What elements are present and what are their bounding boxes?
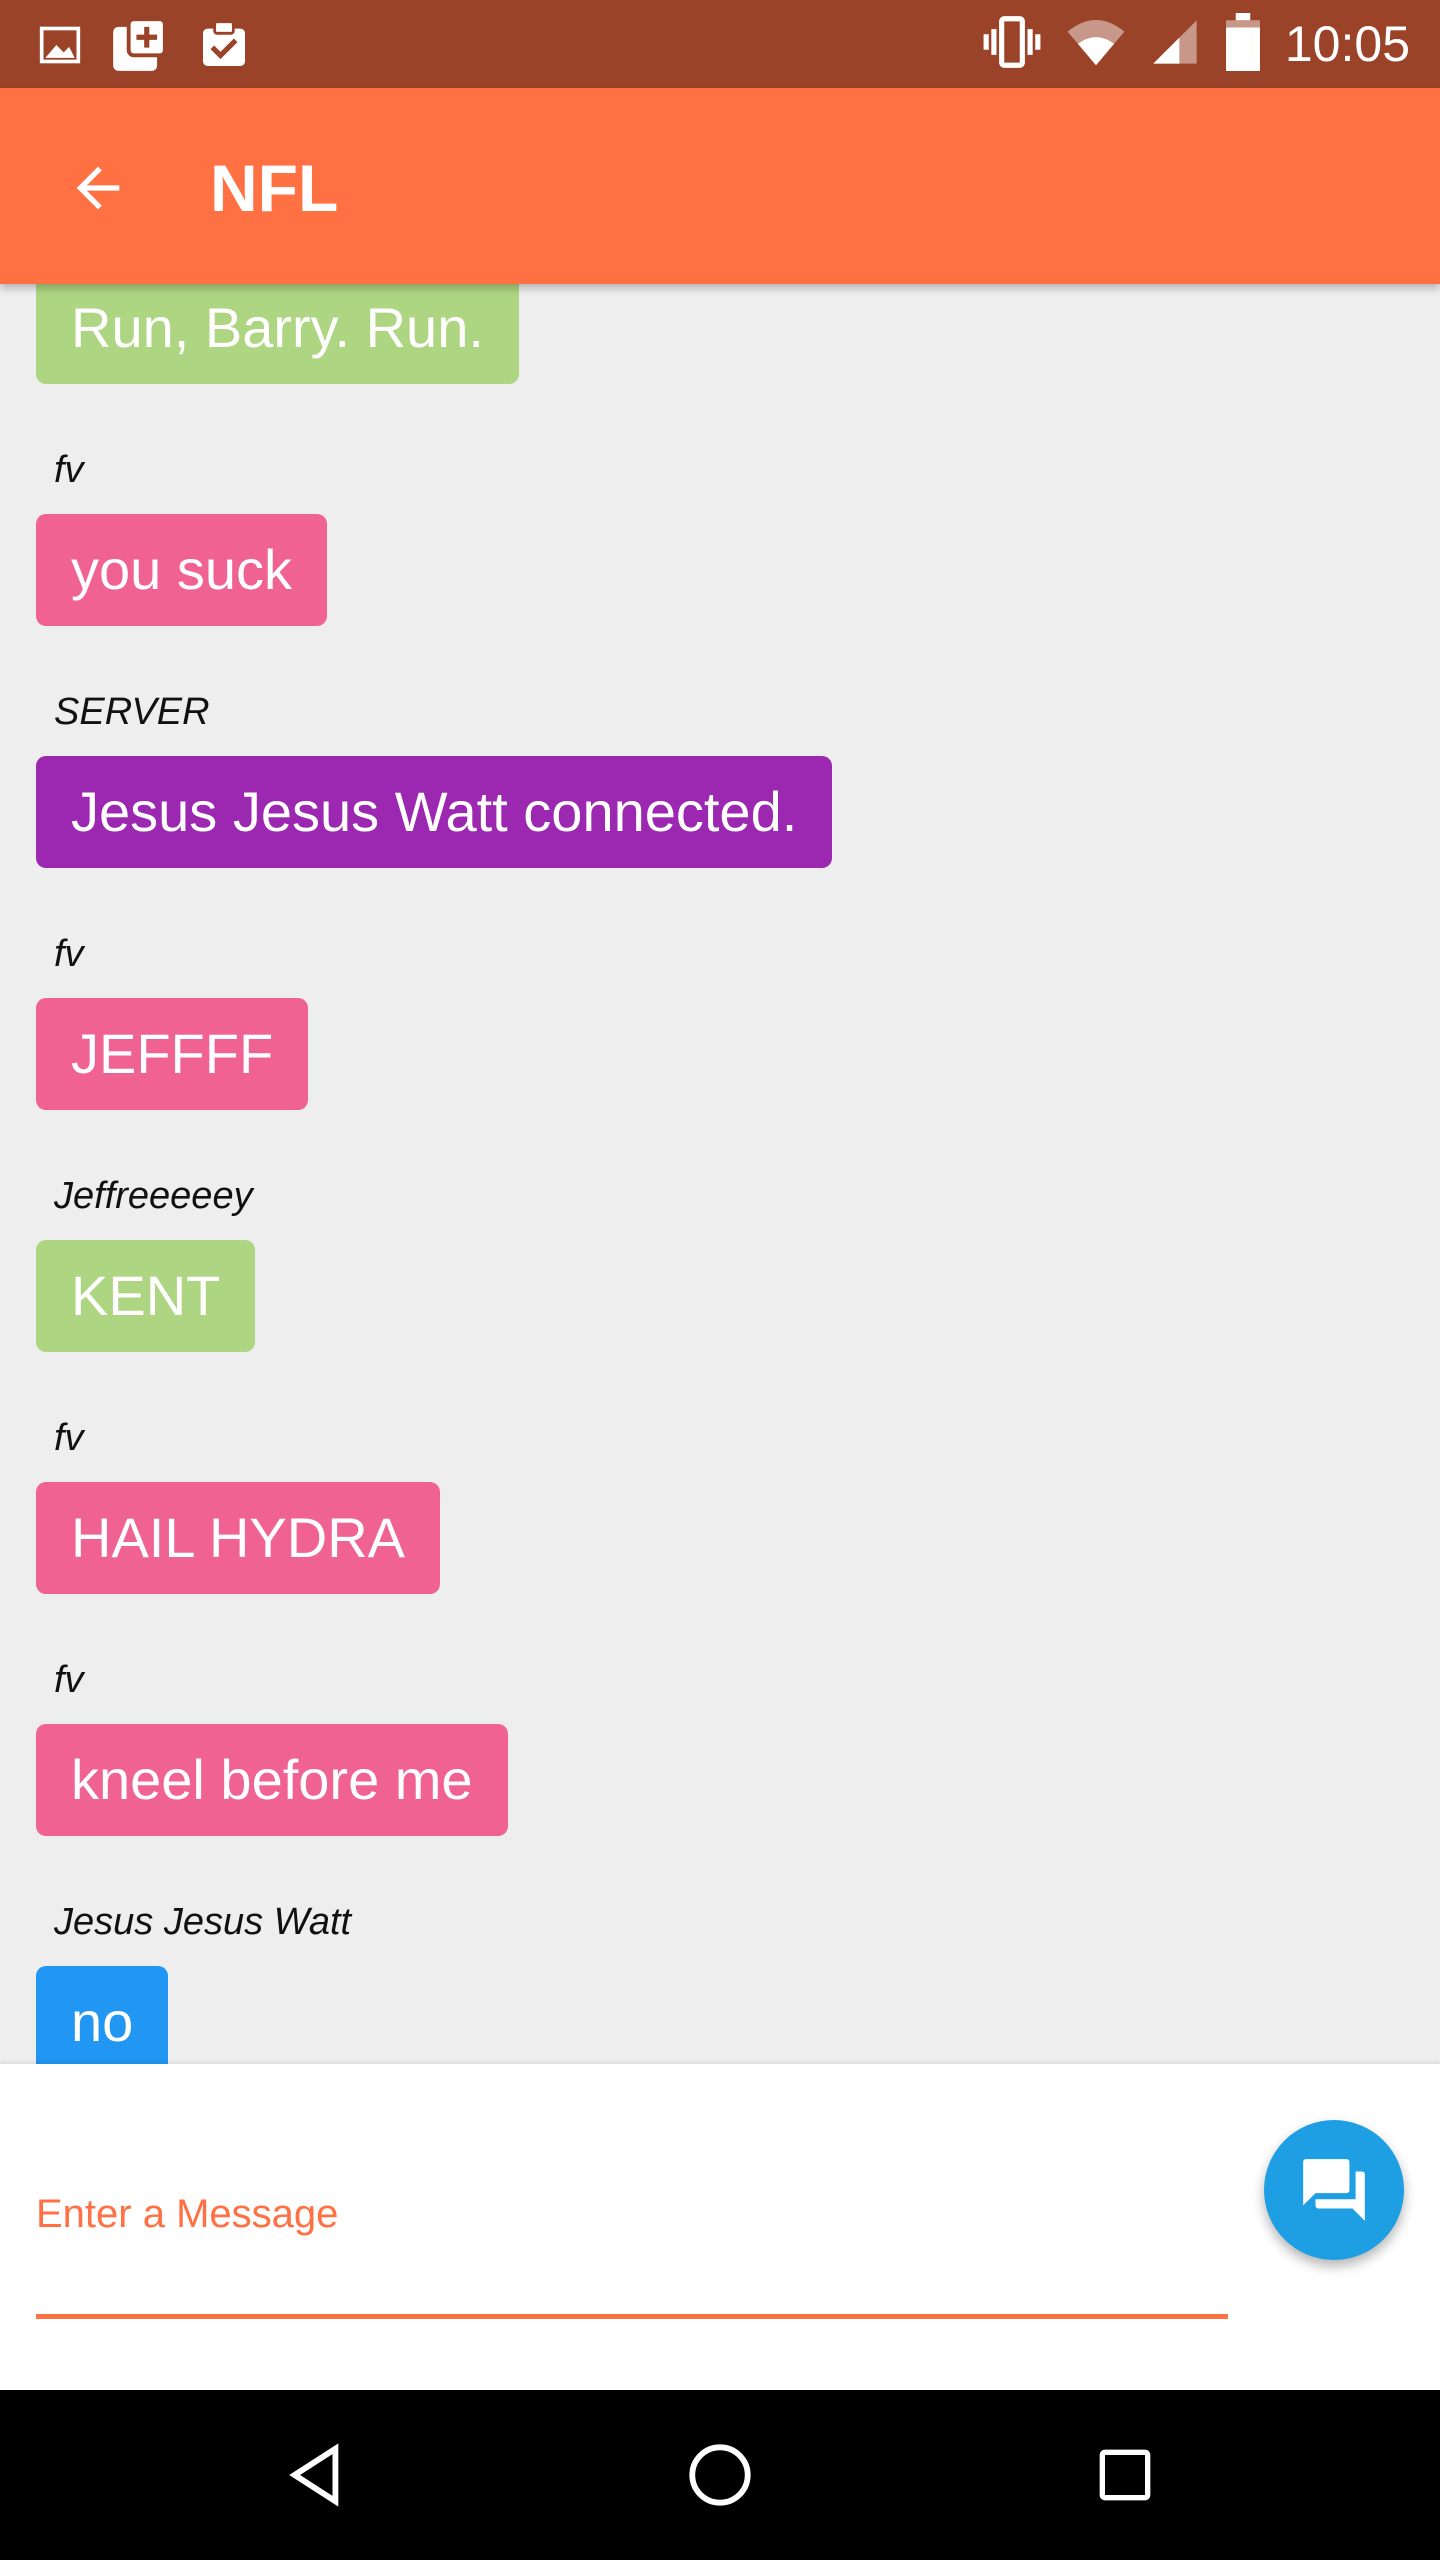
battery-icon [1223,12,1263,76]
message-bubble[interactable]: Run, Barry. Run. [36,284,519,384]
message-bubble[interactable]: kneel before me [36,1724,508,1836]
message-sender: fv [54,1659,84,1701]
message-bubble[interactable]: JEFFFF [36,998,309,1110]
page-title: NFL [210,151,339,225]
back-triangle-icon [289,2443,339,2507]
message-bubble[interactable]: HAIL HYDRA [36,1482,441,1594]
chat-message: Jesus Jesus Watt no [36,1900,832,2064]
message-sender: fv [54,1417,84,1459]
chat-message: Run, Barry. Run. [36,284,832,384]
system-nav-bar [0,2390,1440,2560]
nav-back-button[interactable] [270,2430,360,2520]
vibrate-icon [981,11,1043,78]
app-toolbar: NFL [0,88,1440,284]
message-composer [0,2064,1440,2390]
message-sender: SERVER [54,691,210,733]
clipboard-check-icon [196,17,252,78]
message-sender: fv [54,449,84,491]
nav-home-button[interactable] [675,2430,765,2520]
message-input[interactable] [36,2114,1228,2319]
message-sender: Jesus Jesus Watt [54,1901,352,1943]
image-icon [38,23,82,72]
arrow-back-icon [76,166,120,210]
chat-bubbles-icon [1303,2159,1365,2221]
message-bubble[interactable]: KENT [36,1240,256,1352]
message-list[interactable]: Run, Barry. Run. fv you suck SERVER Jesus Je… [0,284,1440,2064]
chat-message: fv JEFFFF [36,932,832,1110]
status-bar: 10:05 [0,0,1440,88]
recents-square-icon [1099,2449,1151,2501]
nav-recents-button[interactable] [1080,2430,1170,2520]
chat-message: SERVER Jesus Jesus Watt connected. [36,690,833,868]
chat-message: fv you suck [36,448,832,626]
message-bubble[interactable]: Jesus Jesus Watt connected. [36,756,833,868]
message-bubble[interactable]: you suck [36,514,327,626]
home-circle-icon [689,2444,751,2506]
message-list-inner: Run, Barry. Run. fv you suck SERVER Jesus Je… [36,284,833,2064]
send-button[interactable] [1264,2120,1404,2260]
message-sender: fv [54,933,84,975]
wifi-icon [1065,11,1127,78]
chat-message: Jeffreeeeey KENT [36,1174,832,1352]
photos-plus-icon [108,14,170,81]
message-bubble[interactable]: no [36,1966,169,2064]
signal-icon [1149,16,1201,73]
clock-time: 10:05 [1284,16,1410,72]
back-button[interactable] [56,146,140,230]
chat-message: fv kneel before me [36,1658,832,1836]
message-sender: Jeffreeeeey [54,1175,253,1217]
chat-message: fv HAIL HYDRA [36,1416,832,1594]
